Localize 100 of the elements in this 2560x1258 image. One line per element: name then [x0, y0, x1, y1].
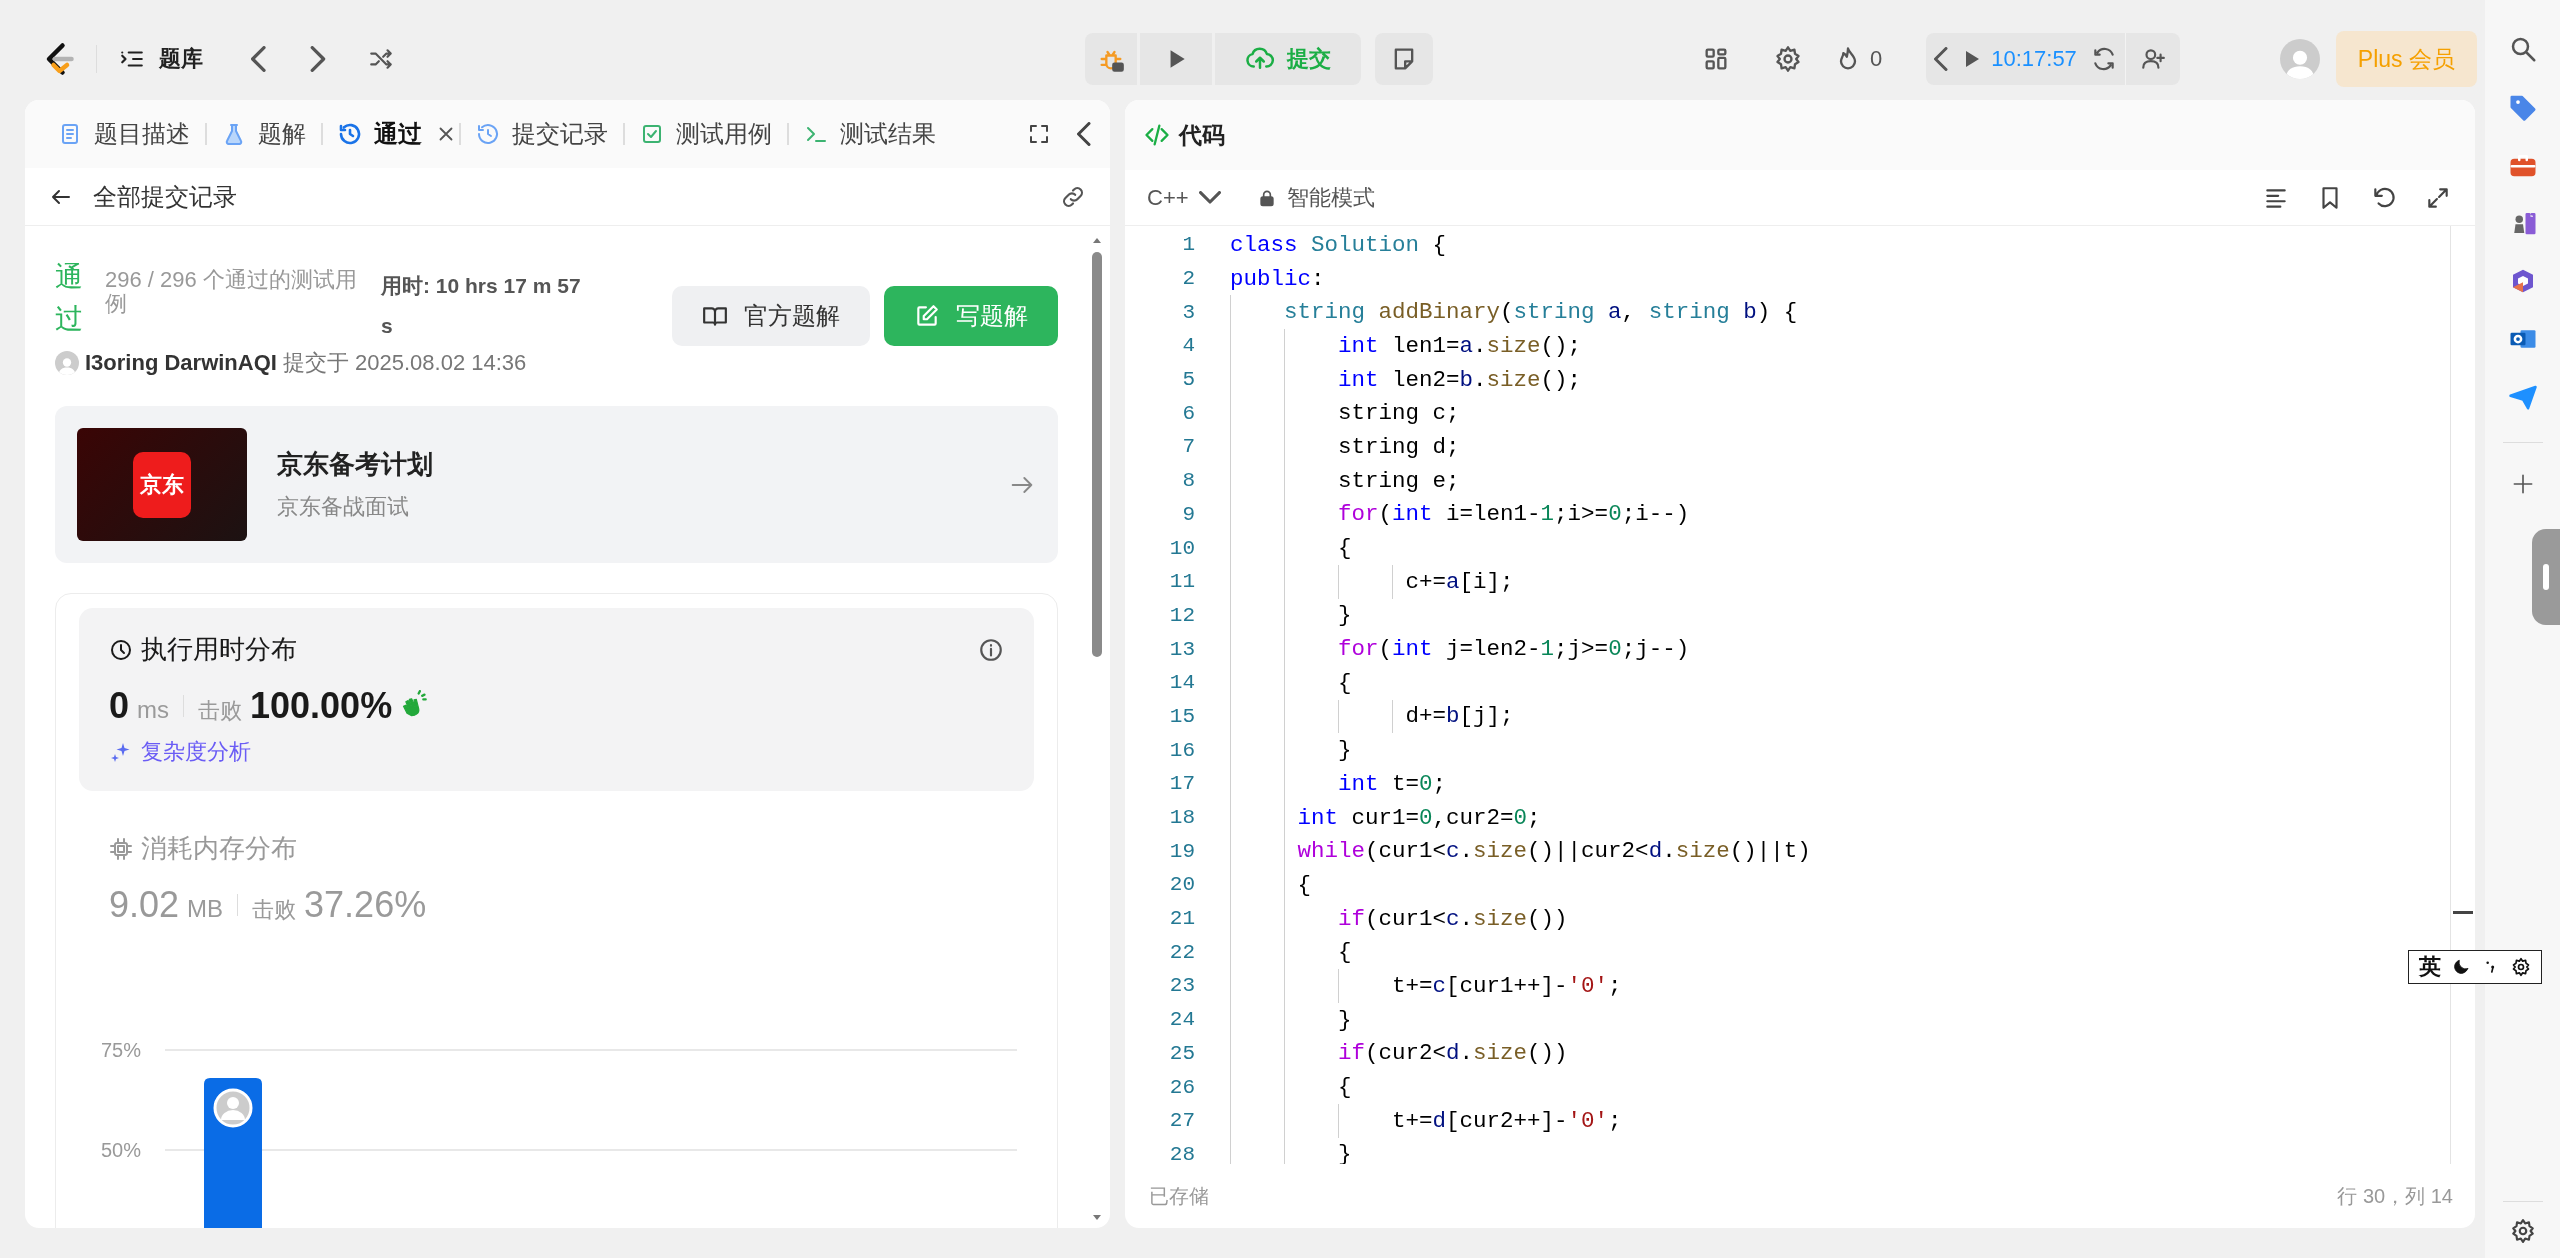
- plan-title: 京东备考计划: [277, 448, 434, 481]
- code-line: t+=d[cur2++]-'0';: [1391, 1107, 1622, 1134]
- panel-tab[interactable]: 通过: [323, 112, 437, 156]
- panel-tab[interactable]: 测试结果: [789, 112, 951, 156]
- input-language-button[interactable]: 英: [2419, 952, 2441, 982]
- code-line: }: [1337, 602, 1352, 629]
- code-line: int cur1=0,cur2=0;: [1296, 804, 1541, 831]
- line-number: 11: [1168, 570, 1195, 594]
- line-number: 1: [1181, 233, 1195, 257]
- panel-tab[interactable]: 题目描述: [43, 112, 205, 156]
- code-line: for(int i=len1-1;i>=0;i--): [1337, 501, 1690, 528]
- plan-subtitle: 京东备战面试: [277, 493, 410, 521]
- line-number: 26: [1168, 1075, 1195, 1099]
- line-number: 7: [1181, 435, 1195, 459]
- stat-title: 消耗内存分布: [141, 832, 298, 865]
- moon-icon: [2451, 957, 2471, 977]
- line-number: 21: [1168, 907, 1195, 931]
- chip-icon: [109, 836, 133, 861]
- all-submissions-back-link[interactable]: 全部提交记录: [49, 180, 237, 213]
- timer-display: 10:17:57: [1990, 46, 2078, 72]
- code-line: {: [1337, 939, 1352, 966]
- code-line: string c;: [1337, 400, 1460, 427]
- line-number: 15: [1168, 704, 1195, 728]
- official-solution-button[interactable]: 官方题解: [672, 286, 870, 346]
- chevron-right-icon: [309, 46, 326, 72]
- study-plan-card[interactable]: 京东 京东备考计划 京东备战面试: [55, 406, 1058, 563]
- clock-icon: [109, 637, 133, 662]
- line-number: 4: [1181, 334, 1195, 358]
- line-number: 25: [1168, 1041, 1195, 1065]
- panel-tab[interactable]: 提交记录: [461, 112, 623, 156]
- history-icon: [476, 122, 500, 146]
- chevron-down-icon: [1198, 191, 1221, 204]
- line-number: 18: [1168, 806, 1195, 830]
- smart-mode-toggle[interactable]: 智能模式: [1256, 182, 1375, 213]
- code-line: int len1=a.size();: [1337, 332, 1582, 359]
- code-line: while(cur1<c.size()||cur2<d.size()||t): [1296, 838, 1811, 865]
- line-number: 2: [1181, 267, 1195, 291]
- beats-percent: 100.00%: [250, 685, 393, 727]
- debug-button[interactable]: [1084, 33, 1137, 85]
- note-button[interactable]: [1374, 33, 1433, 85]
- line-number: 8: [1181, 469, 1195, 493]
- stat-unit: MB: [187, 895, 224, 923]
- author-name[interactable]: I3oring DarwinAQI: [85, 350, 277, 376]
- code-line: d+=b[j];: [1404, 703, 1514, 730]
- line-number: 13: [1168, 637, 1195, 661]
- code-line: {: [1337, 669, 1352, 696]
- code-line: string addBinary(string a, string b) {: [1283, 299, 1798, 326]
- clapping-hands-icon: [400, 690, 429, 718]
- stat-unit: ms: [137, 696, 170, 724]
- line-number: 3: [1181, 300, 1195, 324]
- language-dropdown[interactable]: C++: [1147, 184, 1221, 211]
- chevron-left-icon: [1934, 47, 1950, 71]
- code-line: {: [1296, 871, 1311, 898]
- chevron-left-icon: [1077, 122, 1092, 146]
- code-line: if(cur1<c.size()): [1337, 905, 1568, 932]
- settings-icon: [2509, 1218, 2536, 1244]
- stat-panel[interactable]: 执行用时分布 0 ms 击败 100.00% 复杂度分析: [79, 608, 1034, 791]
- streak-counter[interactable]: 0: [1827, 44, 1889, 74]
- beats-percent: 37.26%: [304, 884, 427, 926]
- shuffle-icon: [367, 46, 394, 72]
- info-icon: [978, 636, 1004, 663]
- code-line: string d;: [1337, 433, 1460, 460]
- stat-title: 执行用时分布: [141, 633, 298, 666]
- line-number: 5: [1181, 368, 1195, 392]
- line-number: 22: [1168, 940, 1195, 964]
- stat-value: 0: [109, 685, 130, 727]
- line-number: 24: [1168, 1008, 1195, 1032]
- panel-tab[interactable]: 测试用例: [625, 112, 787, 156]
- code-line: int len2=b.size();: [1337, 366, 1582, 393]
- line-number: 28: [1168, 1142, 1195, 1164]
- runtime-text: 用时: 10 hrs 17 m 57 s: [381, 273, 582, 339]
- line-number: 27: [1168, 1109, 1195, 1133]
- save-status: 已存储: [1149, 1183, 1209, 1209]
- code-line: {: [1337, 1074, 1352, 1101]
- line-number: 10: [1168, 536, 1195, 560]
- complexity-analysis-link[interactable]: 复杂度分析: [109, 737, 251, 767]
- run-button[interactable]: [1139, 33, 1212, 85]
- chevron-left-icon: [251, 46, 268, 72]
- settings-icon: [2511, 957, 2531, 977]
- panel-tab[interactable]: 题解: [207, 112, 321, 156]
- code-line: string e;: [1337, 467, 1460, 494]
- beats-label: 击败: [198, 697, 243, 725]
- axis-tick-label: 75%: [100, 1039, 141, 1061]
- stat-value: 9.02: [109, 884, 180, 926]
- beats-label: 击败: [252, 896, 297, 924]
- add-user-icon: [2139, 46, 2166, 72]
- line-number: 14: [1168, 671, 1195, 695]
- sidebar-handle[interactable]: [2532, 529, 2560, 625]
- problem-bank-button[interactable]: 题库: [119, 44, 203, 74]
- code-line: }: [1337, 737, 1352, 764]
- scroll-position-marker: [2453, 911, 2473, 914]
- passed-cases-text: 296 / 296 个通过的测试用例: [105, 268, 358, 316]
- user-avatar-icon: [213, 1088, 253, 1128]
- line-number: 6: [1181, 401, 1195, 425]
- submit-time: 提交于 2025.08.02 14:36: [282, 349, 527, 377]
- brand-logo: 京东: [133, 451, 191, 518]
- code-line: if(cur2<d.size()): [1337, 1040, 1568, 1067]
- line-number: 16: [1168, 738, 1195, 762]
- code-line: }: [1337, 1006, 1352, 1033]
- line-number: 9: [1181, 502, 1195, 526]
